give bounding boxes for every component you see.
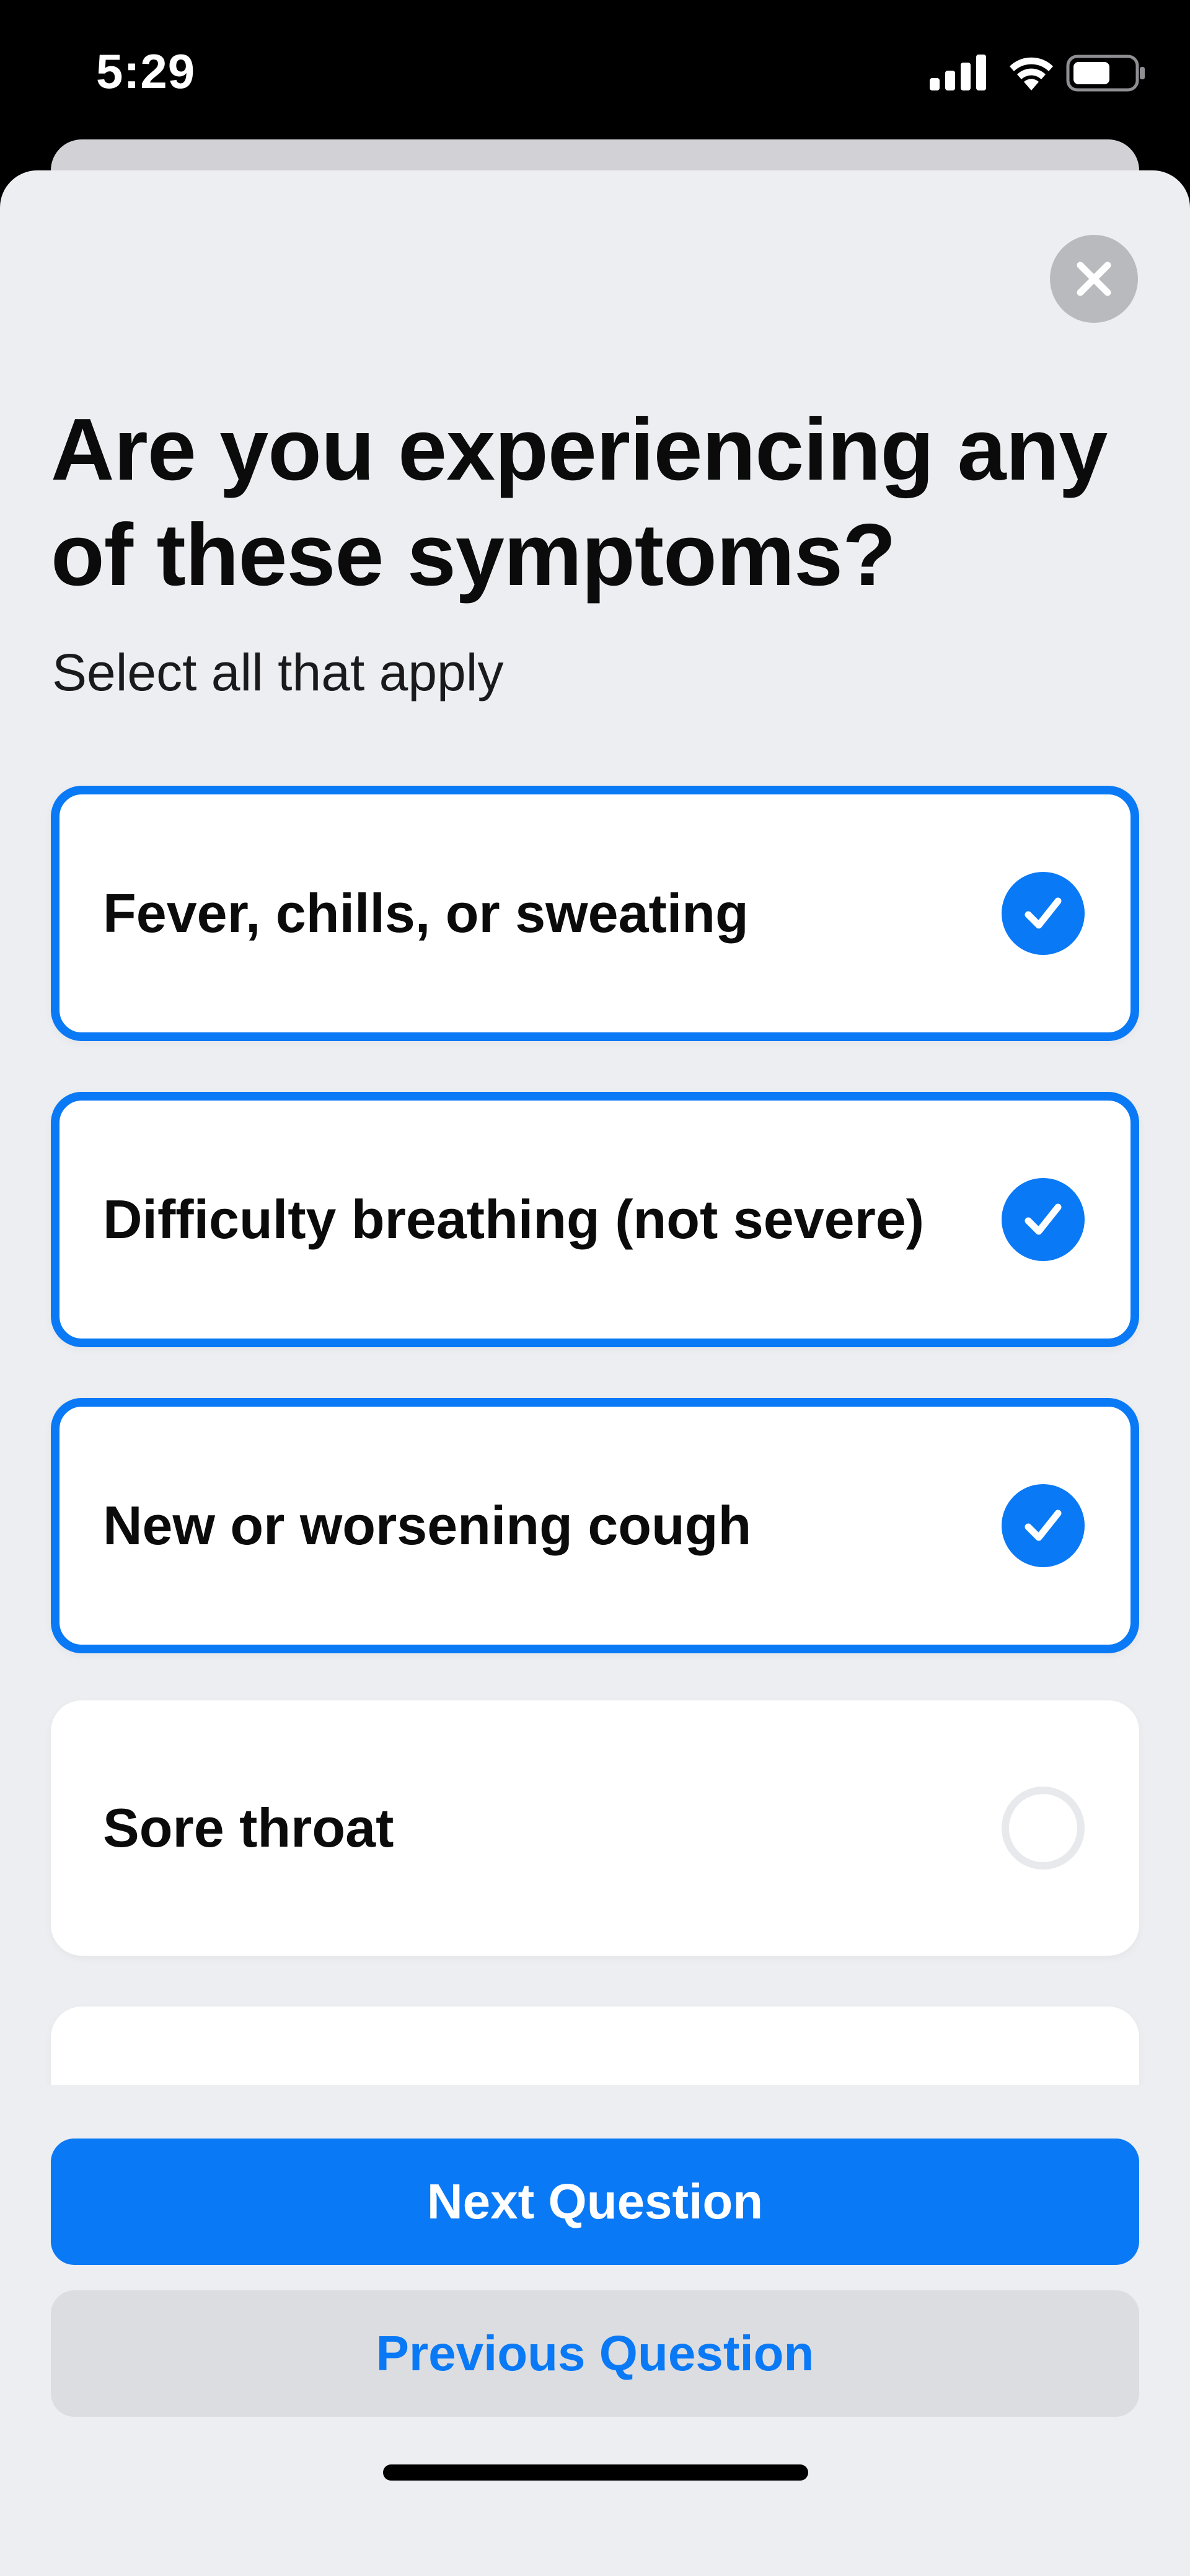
screen: 5:29 Are you experiencing any of these s… (0, 0, 1190, 2576)
option-label: New or worsening cough (103, 1495, 752, 1556)
option-label: Fever, chills, or sweating (103, 882, 749, 944)
option-new-or-worsening-cough[interactable]: New or worsening cough (51, 1398, 1139, 1653)
signal-icon (930, 55, 986, 90)
checkmark-icon (1002, 1178, 1085, 1261)
wifi-icon (1010, 57, 1053, 90)
battery-icon (1066, 55, 1145, 92)
status-time: 5:29 (96, 44, 196, 99)
page-subtitle: Select all that apply (52, 643, 504, 701)
home-indicator[interactable] (383, 2464, 808, 2481)
checkmark-icon (1002, 1484, 1085, 1567)
option-sore-throat[interactable]: Sore throat (51, 1700, 1139, 1956)
footer: Next Question Previous Question (0, 2085, 1190, 2576)
option-label: Difficulty breathing (not severe) (103, 1189, 925, 1250)
empty-circle-icon (1002, 1787, 1085, 1870)
previous-question-button[interactable]: Previous Question (51, 2290, 1139, 2417)
close-icon (1077, 262, 1111, 296)
page-title: Are you experiencing any of these sympto… (51, 400, 1108, 604)
checkmark-icon (1002, 872, 1085, 955)
option-fever-chills-sweating[interactable]: Fever, chills, or sweating (51, 786, 1139, 1041)
close-button[interactable] (1050, 235, 1138, 323)
options-scroll-area[interactable]: Are you experiencing any of these sympto… (0, 170, 1190, 2085)
symptoms-sheet: Are you experiencing any of these sympto… (0, 170, 1190, 2576)
next-question-button[interactable]: Next Question (51, 2139, 1139, 2265)
option-difficulty-breathing[interactable]: Difficulty breathing (not severe) (51, 1092, 1139, 1347)
option-partially-visible[interactable] (51, 2007, 1139, 2085)
status-bar: 5:29 (0, 0, 1190, 143)
option-label: Sore throat (103, 1797, 394, 1858)
